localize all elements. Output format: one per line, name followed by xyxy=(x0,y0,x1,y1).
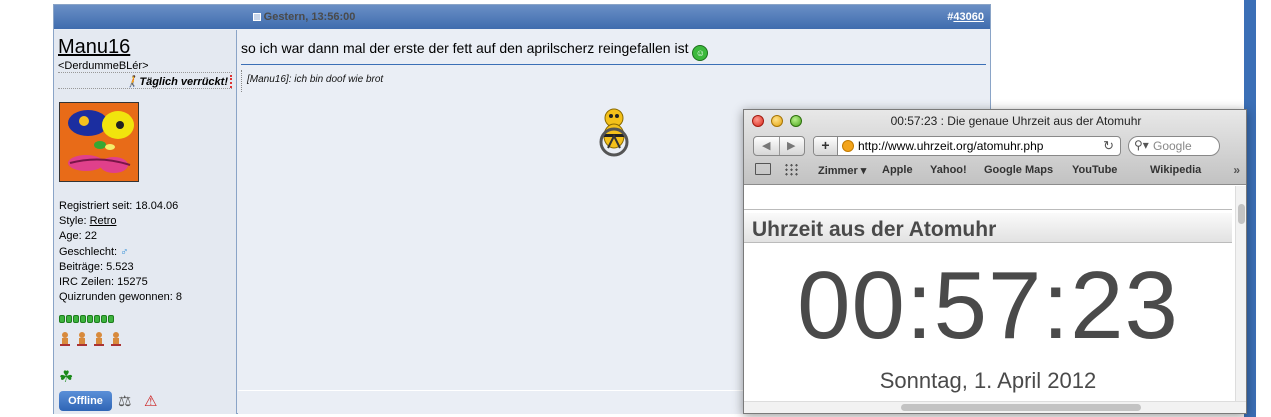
post-date-text: Gestern, 13:56:00 xyxy=(263,11,356,23)
post-number-link[interactable]: 43060 xyxy=(953,11,984,23)
add-bookmark-button[interactable]: + xyxy=(814,137,838,155)
signature-text: [Manu16]: ich bin doof wie brot xyxy=(247,74,384,85)
mascot-bee-icon xyxy=(594,106,634,158)
registered-row: Registriert seit: 18.04.06 xyxy=(59,200,179,212)
bookmarks-bar: Zimmer ▾ Apple Yahoo! Google Maps YouTub… xyxy=(744,160,1246,182)
quiz-wins-bar xyxy=(59,315,114,323)
quiz-row: Quizrunden gewonnen: 8 xyxy=(59,291,182,304)
clover-icon: ☘ xyxy=(59,369,74,386)
window-title: 00:57:23 : Die genaue Uhrzeit aus der At… xyxy=(890,114,1142,128)
quiz-win-icon xyxy=(66,315,72,323)
status-divider xyxy=(230,75,232,88)
url-text[interactable]: http://www.uhrzeit.org/atomuhr.php xyxy=(858,139,1043,153)
quiz-win-icon xyxy=(108,315,114,323)
user-status-text: Täglich verrückt! xyxy=(139,76,228,88)
male-icon: ♂ xyxy=(120,245,129,258)
quiz-win-icon xyxy=(80,315,86,323)
quiz-win-icon xyxy=(73,315,79,323)
signature-border xyxy=(241,70,242,92)
bookmark-item[interactable]: YouTube xyxy=(1072,164,1117,176)
page-right-margin xyxy=(1256,0,1271,417)
quiz-win-icon xyxy=(87,315,93,323)
user-status: 🚶Täglich verrückt! xyxy=(58,72,232,89)
quiz-win-icon xyxy=(101,315,107,323)
user-title: <DerdummeBLér> xyxy=(58,60,149,72)
clock-date: Sonntag, 1. April 2012 xyxy=(879,368,1097,393)
quiz-win-icon xyxy=(59,315,65,323)
user-info-column: Manu16 <DerdummeBLér> 🚶Täglich verrückt!… xyxy=(54,30,237,414)
heading-box: Uhrzeit aus der Atomuhr xyxy=(744,213,1232,243)
award-icons xyxy=(59,332,122,346)
page-heading: Uhrzeit aus der Atomuhr xyxy=(752,218,997,241)
bookmark-item[interactable]: Wikipedia xyxy=(1150,164,1201,176)
award-figure-icon xyxy=(110,332,122,346)
message-body: so ich war dann mal der erste der fett a… xyxy=(241,40,689,56)
post-status-icon xyxy=(252,13,261,21)
style-row: Style: Retro xyxy=(59,215,117,228)
book-icon[interactable] xyxy=(755,163,771,175)
award-figure-icon xyxy=(76,332,88,346)
offline-status-button[interactable]: Offline xyxy=(59,391,112,411)
web-content: Uhrzeit aus der Atomuhr 00:57:23 Sonntag… xyxy=(744,186,1234,401)
user-stats: Registriert seit: 18.04.06 Style: Retro … xyxy=(59,199,182,305)
reload-icon[interactable]: ↻ xyxy=(1103,138,1114,154)
more-bookmarks-icon[interactable]: » xyxy=(1233,163,1240,177)
gender-row: Geschlecht: ♂ xyxy=(59,245,129,258)
top-sites-grid-icon[interactable] xyxy=(784,163,799,176)
style-link[interactable]: Retro xyxy=(90,215,117,227)
scale-icon[interactable]: ⚖ xyxy=(118,392,131,410)
warning-icon[interactable]: ⚠ xyxy=(144,392,157,410)
atomic-clock-time: 00:57:23 xyxy=(797,252,1179,359)
vertical-scroll-thumb[interactable] xyxy=(1238,204,1245,224)
vertical-scrollbar[interactable] xyxy=(1235,186,1246,401)
page-left-margin xyxy=(0,0,6,417)
posts-row: Beiträge: 5.523 xyxy=(59,260,134,273)
award-figure-icon xyxy=(59,332,71,346)
content-divider xyxy=(744,209,1232,210)
award-figure-icon xyxy=(93,332,105,346)
post-header: Gestern, 13:56:00 #43060 xyxy=(54,5,990,29)
user-status-icon: 🚶 xyxy=(125,76,140,88)
search-icon: ⚲▾ xyxy=(1134,138,1149,152)
message-separator xyxy=(241,64,986,65)
bookmark-item[interactable]: Apple xyxy=(882,164,913,176)
back-forward-buttons: ◀ ▶ xyxy=(753,136,805,156)
site-favicon xyxy=(842,140,854,152)
bookmark-item[interactable]: Yahoo! xyxy=(930,164,967,176)
bookmark-item[interactable]: Zimmer ▾ xyxy=(818,164,866,177)
post-number: #43060 xyxy=(947,11,984,23)
username-link[interactable]: Manu16 xyxy=(58,36,130,59)
quiz-win-icon xyxy=(94,315,100,323)
address-bar[interactable]: + http://www.uhrzeit.org/atomuhr.php ↻ xyxy=(813,136,1121,156)
search-placeholder: Google xyxy=(1153,139,1192,153)
message-text: so ich war dann mal der erste der fett a… xyxy=(241,40,709,61)
bookmark-item[interactable]: Google Maps xyxy=(984,164,1053,176)
post-date: Gestern, 13:56:00 xyxy=(60,11,548,23)
search-field[interactable]: ⚲▾ Google xyxy=(1128,136,1220,156)
forward-arrow-icon[interactable]: ▶ xyxy=(787,139,795,152)
window-toolbar: 00:57:23 : Die genaue Uhrzeit aus der At… xyxy=(744,110,1246,185)
irc-row: IRC Zeilen: 15275 xyxy=(59,276,148,289)
user-avatar xyxy=(59,102,139,182)
back-arrow-icon[interactable]: ◀ xyxy=(762,139,770,152)
safari-window: 00:57:23 : Die genaue Uhrzeit aus der At… xyxy=(743,109,1247,414)
age-row: Age: 22 xyxy=(59,230,97,243)
horizontal-scrollbar[interactable] xyxy=(744,401,1246,413)
horizontal-scroll-thumb[interactable] xyxy=(901,404,1141,411)
grin-smiley-icon: ☺ xyxy=(692,45,709,61)
